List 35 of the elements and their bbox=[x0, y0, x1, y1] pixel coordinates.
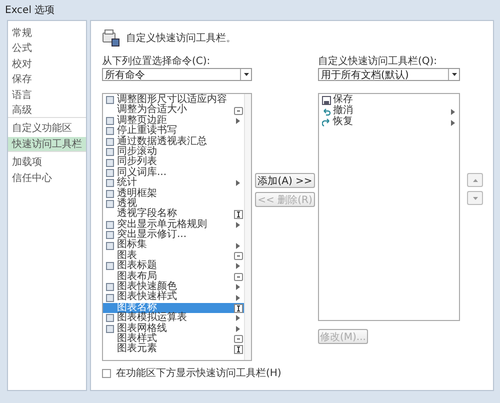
command-item[interactable]: 图表元素 bbox=[103, 344, 244, 355]
command-item[interactable]: 图标集 bbox=[103, 240, 244, 251]
command-item[interactable]: 突出显示修订... bbox=[103, 230, 244, 240]
sidebar-item[interactable]: 加载项 bbox=[8, 155, 86, 171]
command-item[interactable]: 调整为合适大小 bbox=[103, 105, 244, 116]
add-button[interactable]: 添加(A) >> bbox=[255, 173, 315, 188]
sidebar-item[interactable]: 高级 bbox=[8, 102, 86, 118]
sidebar-item[interactable]: 校对 bbox=[8, 56, 86, 72]
checkbox-label: 在功能区下方显示快速访问工具栏(H) bbox=[116, 367, 282, 380]
sidebar-item[interactable]: 语言 bbox=[8, 88, 86, 103]
toolbar-item[interactable]: 撤消 bbox=[319, 106, 459, 117]
toolbar-item[interactable]: 保存 bbox=[319, 95, 459, 106]
scope-dropdown[interactable]: 用于所有文档(默认) bbox=[318, 68, 460, 81]
command-item[interactable]: 图表模拟运算表 bbox=[103, 313, 244, 324]
sidebar-item[interactable]: 信任中心 bbox=[8, 170, 86, 186]
command-item[interactable]: 图表快速样式 bbox=[103, 292, 244, 303]
toolbar-item[interactable]: 恢复 bbox=[319, 117, 459, 128]
field-label: 自定义快速访问工具栏(Q): bbox=[318, 55, 438, 68]
sidebar-item[interactable]: 公式 bbox=[8, 41, 86, 57]
command-item[interactable]: 同步列表 bbox=[103, 157, 244, 168]
command-item[interactable]: 图表网格线 bbox=[103, 324, 244, 334]
field-label: 从下列位置选择命令(C): bbox=[102, 55, 212, 68]
command-item[interactable]: 统计 bbox=[103, 178, 244, 189]
command-item[interactable]: 图表标题 bbox=[103, 261, 244, 272]
section-title: 自定义快速访问工具栏。 bbox=[126, 32, 236, 45]
command-item[interactable]: 通过数据透视表汇总 bbox=[103, 136, 244, 147]
command-item[interactable]: 停止重读书写 bbox=[103, 126, 244, 137]
window-title: Excel 选项 bbox=[5, 4, 55, 17]
command-source-dropdown[interactable]: 所有命令 bbox=[102, 68, 252, 81]
command-item[interactable]: 透明框架 bbox=[103, 188, 244, 199]
command-item[interactable]: 透视字段名称 bbox=[103, 209, 244, 220]
sidebar-item[interactable]: 常规 bbox=[8, 26, 86, 42]
sidebar-item[interactable]: 自定义功能区 bbox=[8, 121, 86, 137]
sidebar-item[interactable]: 保存 bbox=[8, 72, 86, 88]
sidebar-item[interactable]: 快速访问工具栏 bbox=[8, 136, 86, 152]
